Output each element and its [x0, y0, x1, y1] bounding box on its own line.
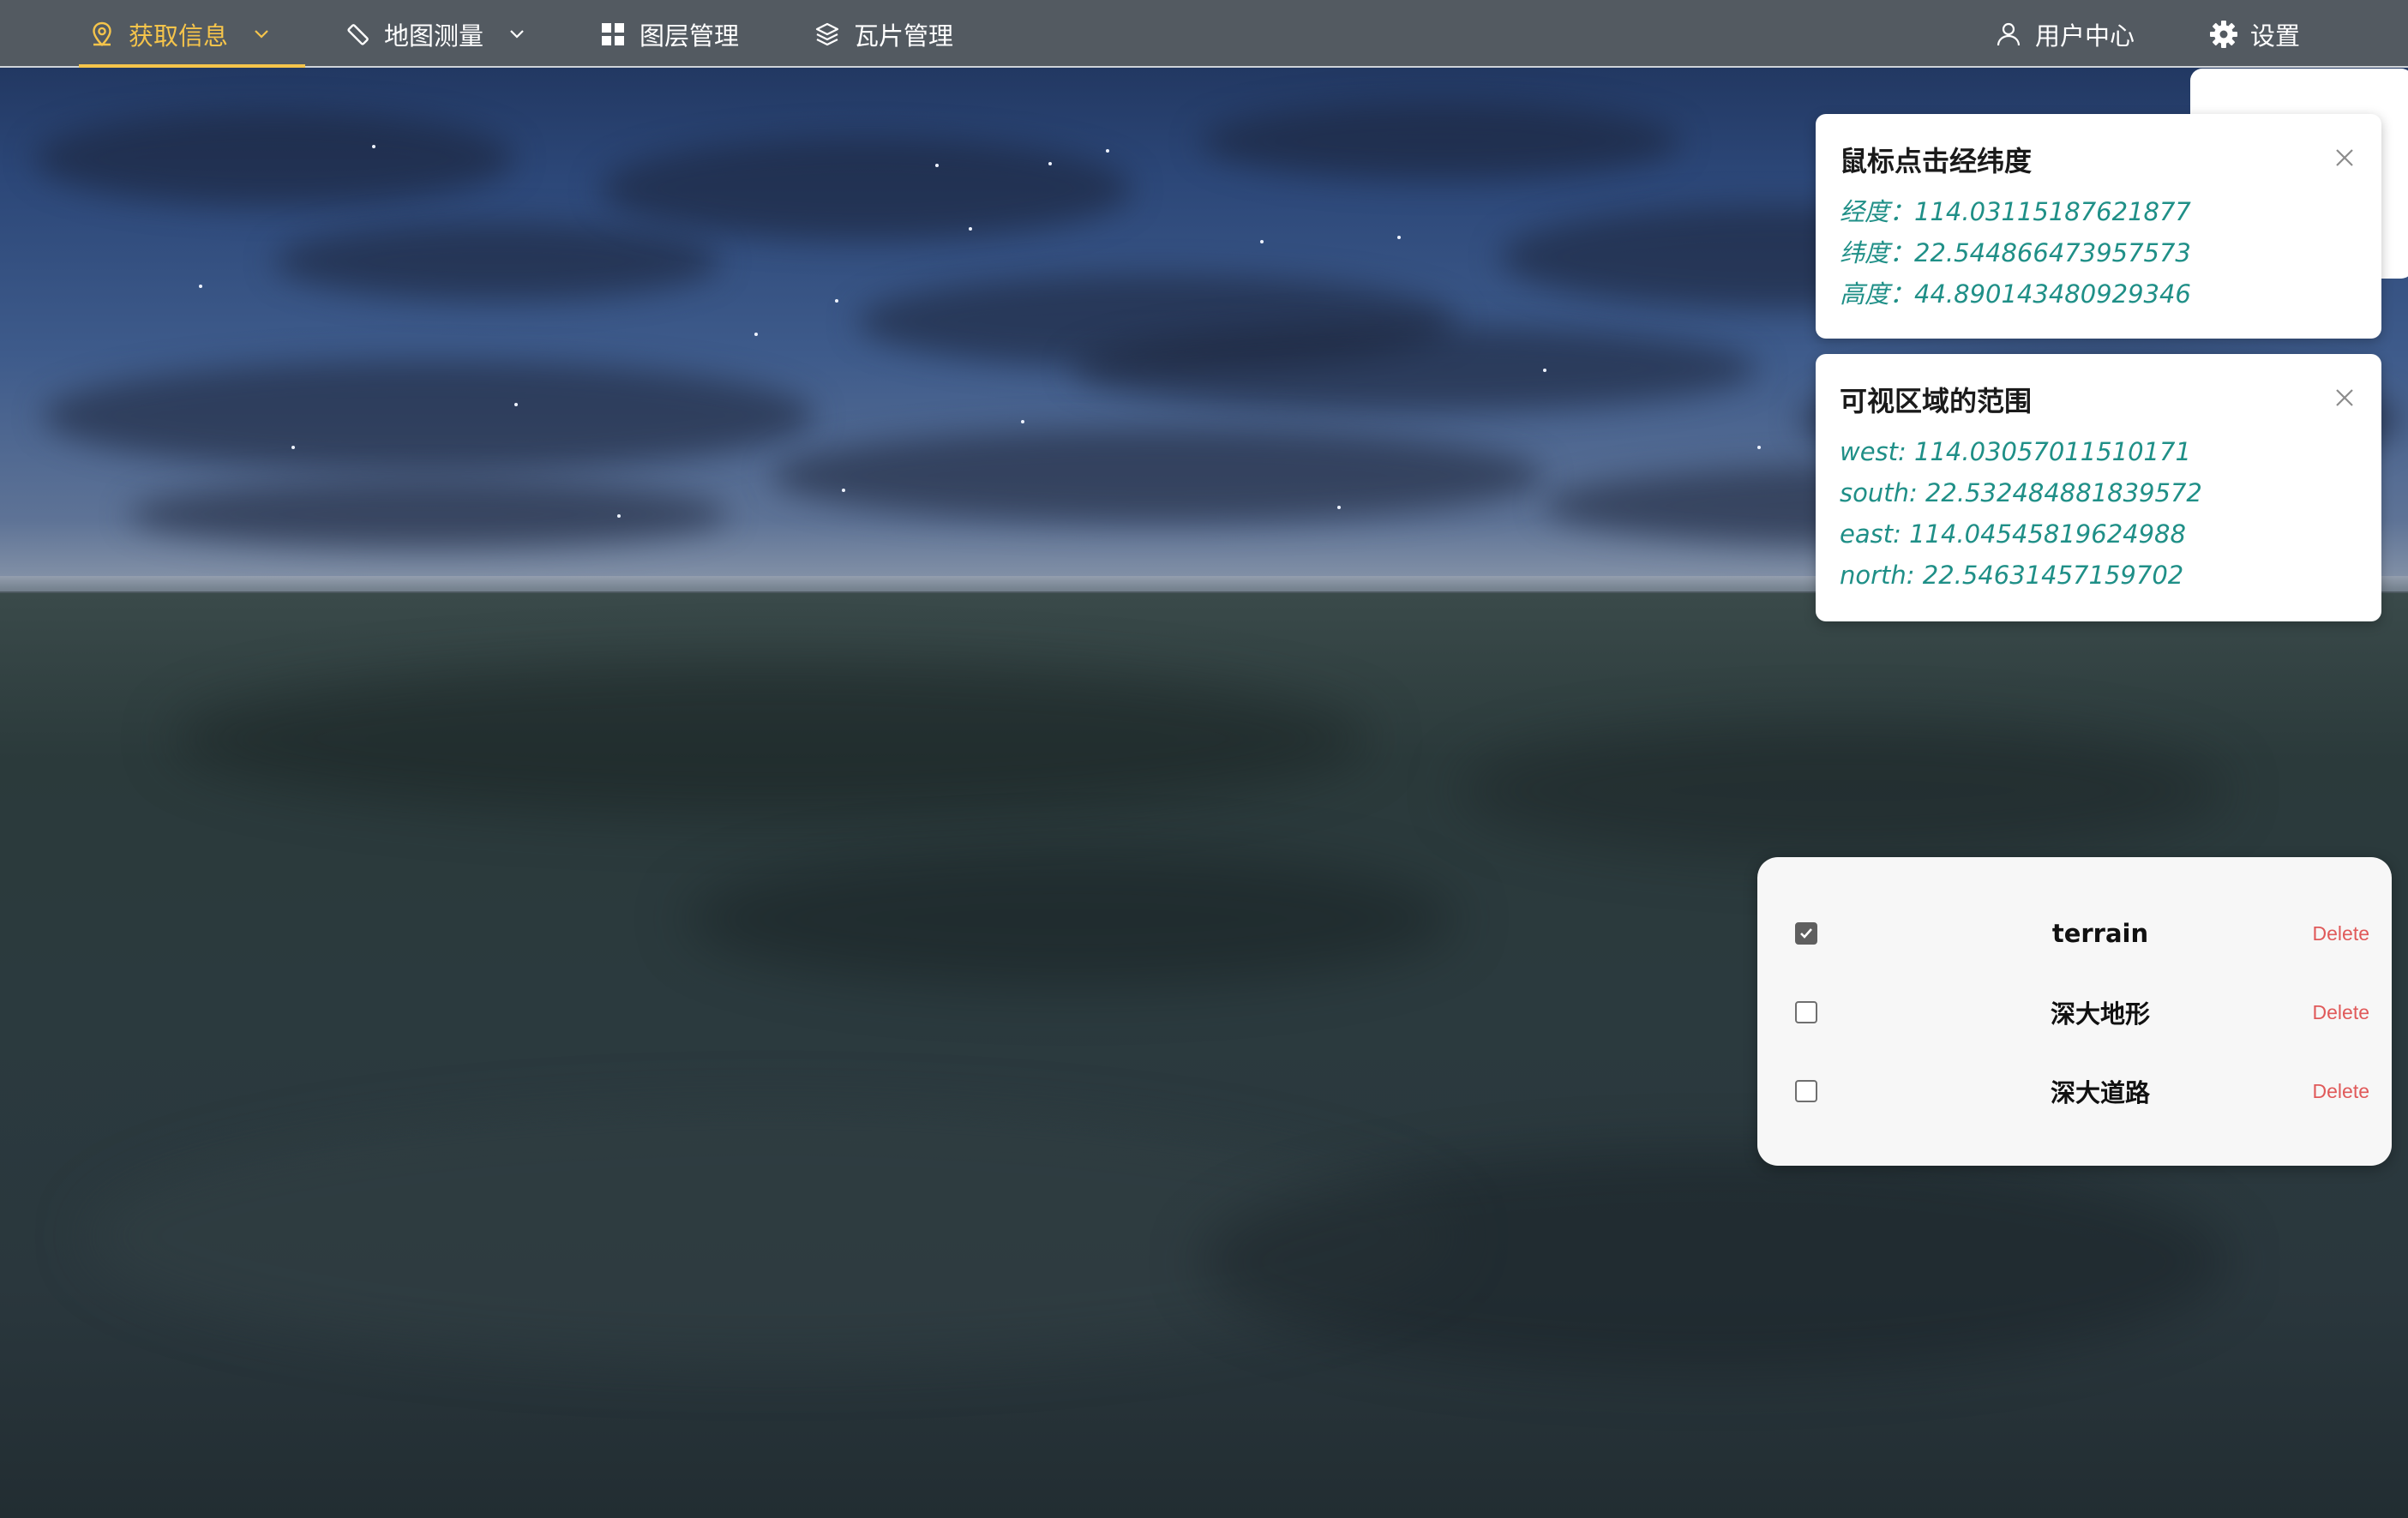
top-nav-bar: 获取信息 地图测量 图层管理 瓦片管理 用户中心 设置 [0, 0, 2408, 68]
view-extent-card: 可视区域的范围 west: 114.03057011510171 south: … [1816, 354, 2381, 621]
nav-user-center[interactable]: 用户中心 [1994, 0, 2135, 68]
layer-checkbox[interactable] [1795, 1080, 1817, 1102]
nav-map-measure-label: 地图测量 [384, 21, 484, 51]
extent-south: south: 22.532484881839572 [1840, 478, 2202, 507]
list-item: terrain Delete [1757, 908, 2392, 959]
nav-layer-manage-label: 图层管理 [640, 21, 740, 51]
grid-icon [598, 20, 628, 49]
height-value: 高度：44.890143480929346 [1840, 279, 2191, 309]
nav-user-center-label: 用户中心 [2035, 21, 2135, 51]
layer-name: terrain [2051, 919, 2149, 948]
latitude-value: 纬度：22.544866473957573 [1840, 238, 2191, 267]
extent-west: west: 114.03057011510171 [1840, 437, 2191, 466]
close-icon[interactable] [2333, 147, 2356, 169]
layer-name: 深大地形 [2050, 999, 2150, 1029]
user-icon [1994, 20, 2023, 49]
extent-north: north: 22.54631457159702 [1840, 561, 2184, 590]
layer-checkbox[interactable] [1795, 1001, 1817, 1023]
nav-get-info-label: 获取信息 [129, 21, 229, 51]
nav-tile-manage[interactable]: 瓦片管理 [813, 0, 953, 68]
list-item: 深大地形 Delete [1757, 987, 2392, 1038]
layer-list-panel: terrain Delete 深大地形 Delete 深大道路 Delete [1757, 857, 2392, 1166]
delete-layer-button[interactable]: Delete [2313, 1080, 2369, 1103]
nav-get-info[interactable]: 获取信息 [78, 0, 306, 68]
click-coordinates-title: 鼠标点击经纬度 [1840, 145, 2033, 177]
chevron-down-icon [252, 24, 273, 45]
longitude-value: 经度：114.03115187621877 [1840, 197, 2191, 226]
delete-layer-button[interactable]: Delete [2313, 1001, 2369, 1024]
nav-layer-manage[interactable]: 图层管理 [598, 0, 739, 68]
list-item: 深大道路 Delete [1757, 1065, 2392, 1117]
nav-tile-manage-label: 瓦片管理 [854, 21, 954, 51]
close-icon[interactable] [2333, 387, 2356, 409]
ruler-icon [343, 20, 372, 49]
layers-icon [813, 20, 842, 49]
map-app: 获取信息 地图测量 图层管理 瓦片管理 用户中心 设置 鼠标点击经纬度 经度：1… [0, 0, 2408, 1518]
layer-checkbox[interactable] [1795, 922, 1817, 945]
gear-icon [2209, 20, 2238, 49]
layer-name: 深大道路 [2050, 1078, 2150, 1107]
chevron-down-icon [507, 24, 528, 45]
nav-map-measure[interactable]: 地图测量 [343, 0, 528, 68]
click-coordinates-card: 鼠标点击经纬度 经度：114.03115187621877 纬度：22.5448… [1816, 114, 2381, 339]
delete-layer-button[interactable]: Delete [2313, 922, 2369, 945]
nav-settings-label: 设置 [2250, 21, 2301, 51]
view-extent-title: 可视区域的范围 [1840, 385, 2033, 417]
extent-east: east: 114.04545819624988 [1840, 519, 2186, 549]
nav-settings[interactable]: 设置 [2209, 0, 2300, 68]
location-pin-icon [87, 20, 117, 49]
